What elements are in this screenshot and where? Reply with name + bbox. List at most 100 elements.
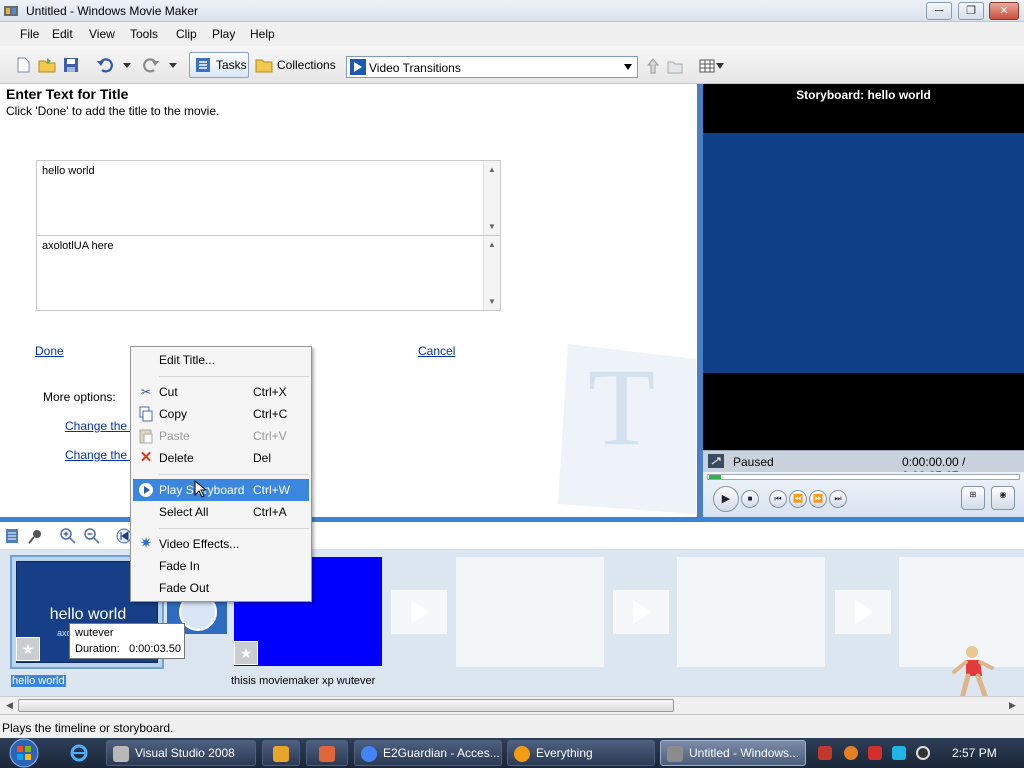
transition-cell-3[interactable] [613,590,669,634]
copy-icon [139,406,153,422]
menu-tools[interactable]: Tools [130,27,158,41]
zoom-in-icon[interactable] [60,528,76,544]
title-textbox-scrollbar[interactable]: ▲ ▼ [483,161,500,235]
menu-item-cut[interactable]: ✂ Cut Ctrl+X [133,381,309,403]
subtitle-textbox-scrollbar[interactable]: ▲ ▼ [483,236,500,310]
full-screen-icon[interactable] [708,454,724,468]
play-circle-icon [139,483,153,497]
tray-antivirus-icon[interactable] [818,746,832,760]
play-button[interactable]: ▶ [713,486,739,512]
scroll-right-icon[interactable]: ▶ [1009,700,1016,711]
collection-select[interactable]: Video Transitions [346,56,638,78]
show-timeline-icon[interactable] [5,528,19,544]
menu-clip[interactable]: Clip [176,27,197,41]
storyboard-empty-cell-2[interactable] [677,557,825,667]
tasks-icon [196,58,210,72]
tray-volume-icon[interactable] [916,746,930,760]
menu-help[interactable]: Help [250,27,275,41]
menu-item-edit-title[interactable]: Edit Title... [133,349,309,371]
clock[interactable]: 2:57 PM [952,746,997,760]
taskbar-e2guardian[interactable]: E2Guardian - Acces... [354,740,502,766]
menu-item-copy[interactable]: Copy Ctrl+C [133,403,309,425]
undo-icon[interactable] [96,56,114,74]
rewind-button[interactable]: ⏪ [789,490,807,508]
stop-button[interactable]: ■ [741,490,759,508]
title-textbox[interactable]: hello world ▲ ▼ [36,160,501,236]
views-dropdown-icon[interactable] [716,63,724,69]
seek-bar[interactable] [707,474,1020,480]
fast-forward-button[interactable]: ⏩ [809,490,827,508]
zoom-out-icon[interactable] [84,528,100,544]
tray-flag-icon[interactable] [868,746,882,760]
menu-play[interactable]: Play [212,27,235,41]
everything-search-icon [514,746,530,762]
transition-cell-2[interactable] [391,590,447,634]
video-effect-star-icon[interactable]: ★ [234,641,258,665]
clip-2-label[interactable]: thisis moviemaker xp wutever [231,675,375,687]
new-folder-icon[interactable] [667,57,683,75]
playback-controls: ▶ ■ ⏮ ⏪ ⏩ ⏭ ⊞ ◉ [703,472,1024,518]
clip-title-text: hello world [49,606,127,623]
seek-thumb[interactable] [709,475,721,479]
undo-dropdown-icon[interactable] [122,60,132,70]
close-button[interactable]: ✕ [989,2,1019,20]
open-project-icon[interactable] [38,56,56,74]
new-project-icon[interactable] [14,56,32,74]
restore-button[interactable]: ❐ [958,2,984,20]
redo-icon[interactable] [142,56,160,74]
chrome-icon [361,746,377,762]
tray-network-icon[interactable] [892,746,906,760]
tooltip-duration: 0:00:03.50 [129,643,181,655]
menu-item-play-storyboard[interactable]: Play Storyboard Ctrl+W [133,479,309,501]
up-one-level-icon[interactable] [645,57,661,75]
taskbar-everything[interactable]: Everything [507,740,655,766]
next-frame-button[interactable]: ⏭ [829,490,847,508]
take-picture-button[interactable]: ◉ [991,486,1015,510]
menu-file[interactable]: File [20,27,39,41]
previous-frame-button[interactable]: ⏮ [769,490,787,508]
scroll-left-icon[interactable]: ◀ [6,700,13,711]
transition-cell-4[interactable] [835,590,891,634]
taskbar-movie-maker[interactable]: Untitled - Windows... [660,740,806,766]
clip-1-label[interactable]: hello world [11,675,66,687]
visual-studio-icon [113,746,129,762]
scroll-thumb[interactable] [18,699,674,712]
taskbar-paint[interactable] [306,740,348,766]
views-icon[interactable] [699,58,715,74]
task-heading: Enter Text for Title [6,86,129,102]
paste-icon [139,429,153,444]
menu-item-fade-in[interactable]: Fade In [133,555,309,577]
narrate-timeline-icon[interactable] [27,528,43,544]
menu-item-fade-out[interactable]: Fade Out [133,577,309,599]
menu-item-delete[interactable]: ✕ Delete Del [133,447,309,469]
menu-item-video-effects[interactable]: ✷ Video Effects... [133,533,309,555]
cancel-link[interactable]: Cancel [418,344,455,358]
collections-button[interactable]: Collections [250,52,336,78]
transitions-icon [350,59,366,75]
tray-search-icon[interactable] [844,746,858,760]
taskbar-media-player[interactable] [262,740,300,766]
title-text-value: hello world [42,165,95,177]
done-link[interactable]: Done [35,344,64,358]
menu-view[interactable]: View [89,27,115,41]
minimize-button[interactable]: ─ [926,2,952,20]
storyboard-empty-cell-1[interactable] [456,557,604,667]
start-button-icon[interactable] [4,738,44,768]
redo-dropdown-icon[interactable] [168,60,178,70]
menu-edit[interactable]: Edit [52,27,73,41]
subtitle-textbox[interactable]: axolotlUA here ▲ ▼ [36,235,501,311]
internet-explorer-icon[interactable] [70,744,88,762]
taskbar-visual-studio[interactable]: Visual Studio 2008 [106,740,256,766]
save-project-icon[interactable] [62,56,80,74]
tasks-button[interactable]: Tasks [189,52,249,78]
storyboard-scrollbar[interactable]: ◀ ▶ [0,696,1024,714]
video-effect-star-icon[interactable]: ★ [16,637,40,661]
split-clip-button[interactable]: ⊞ [961,486,985,510]
change-title-animation-link[interactable]: Change the ti [65,419,136,433]
preview-monitor: Storyboard: hello world Paused 0:00:00.0… [703,84,1024,518]
menu-item-select-all[interactable]: Select All Ctrl+A [133,501,309,523]
folder-icon [255,59,273,73]
movie-maker-icon [4,6,18,16]
more-options-label: More options: [43,390,116,404]
taskbar: Visual Studio 2008 E2Guardian - Acces...… [0,738,1024,768]
